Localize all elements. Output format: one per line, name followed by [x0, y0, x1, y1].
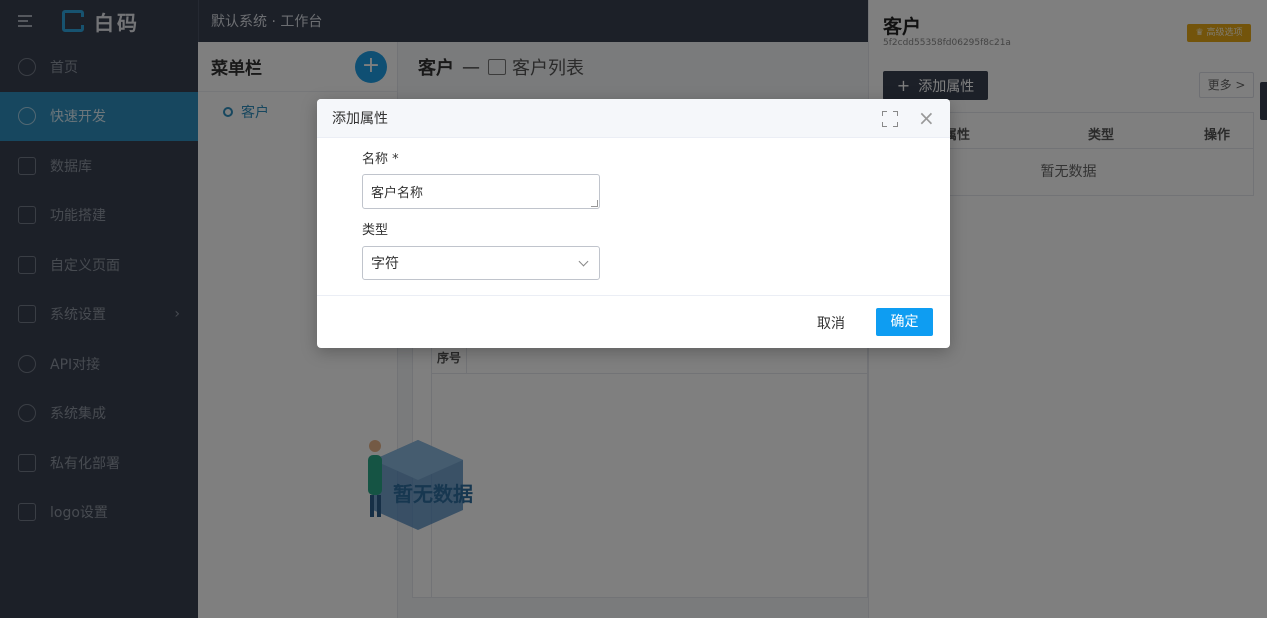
add-attribute-dialog: 添加属性 × 名称 * 类型 字符 取消 确定	[317, 99, 950, 348]
close-icon[interactable]: ×	[918, 108, 935, 128]
resize-handle-icon[interactable]	[591, 200, 598, 207]
type-label: 类型	[362, 223, 389, 238]
dialog-body: 名称 * 类型 字符	[317, 138, 950, 295]
chevron-down-icon	[578, 256, 589, 266]
dialog-title: 添加属性	[332, 111, 388, 127]
dialog-header: 添加属性 ×	[317, 99, 950, 138]
name-label: 名称 *	[362, 152, 399, 167]
cancel-button[interactable]: 取消	[817, 313, 845, 333]
name-input[interactable]	[362, 174, 600, 209]
fullscreen-icon[interactable]	[882, 111, 898, 127]
dialog-footer: 取消 确定	[317, 295, 950, 348]
type-select-value: 字符	[371, 256, 399, 272]
type-select[interactable]: 字符	[362, 246, 600, 280]
confirm-button[interactable]: 确定	[876, 308, 933, 336]
